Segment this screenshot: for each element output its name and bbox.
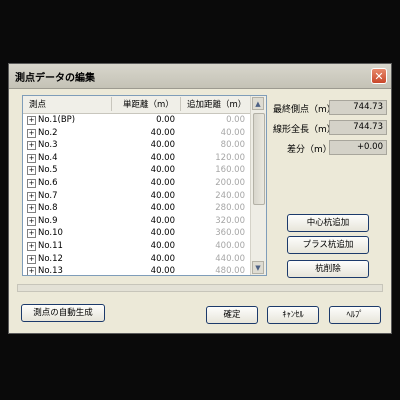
station-cumulative: 0.00 [226,115,245,125]
table-row[interactable]: + No.2 40.00 40.00 [23,127,251,140]
station-cumulative: 240.00 [215,190,245,201]
edit-station-dialog: 測点データの編集 ✕ 測点 単距離（m） 追加距離（m） + No.1(BP) 0.… [8,63,392,334]
scroll-thumb[interactable] [253,113,265,205]
scroll-down-icon[interactable]: ▼ [252,261,264,274]
list-rows: + No.1(BP) 0.00 0.00 + No.2 40.00 40.00 + No.3 40.… [23,114,251,276]
expand-icon[interactable]: + [27,128,36,138]
station-name: No.8 [38,203,58,214]
ok-button[interactable]: 確定 [206,306,258,324]
station-distance: 40.00 [150,140,175,151]
station-name: No.2 [38,127,58,138]
station-cumulative: 80.00 [220,140,245,151]
expand-icon[interactable]: + [27,153,36,163]
header-distance[interactable]: 単距離（m） [123,98,174,110]
table-row[interactable]: + No.1(BP) 0.00 0.00 [23,114,251,127]
expand-icon[interactable]: + [27,166,36,176]
table-row[interactable]: + No.11 40.00 400.00 [23,240,251,253]
station-distance: 40.00 [150,215,175,226]
station-name: No.4 [38,152,58,163]
list-header: 測点 単距離（m） 追加距離（m） [23,96,251,114]
add-plus-stake-button[interactable]: プラス杭追加 [287,236,369,254]
expand-icon[interactable]: + [27,116,36,125]
add-center-stake-button[interactable]: 中心杭追加 [287,214,369,232]
station-distance: 40.00 [150,177,175,188]
station-distance: 40.00 [150,228,175,239]
station-distance: 40.00 [150,165,175,176]
station-cumulative: 40.00 [220,127,245,138]
station-cumulative: 320.00 [215,215,245,226]
station-cumulative: 400.00 [215,240,245,251]
table-row[interactable]: + No.4 40.00 120.00 [23,152,251,165]
station-cumulative: 160.00 [215,165,245,176]
dialog-title: 測点データの編集 [15,73,95,84]
station-distance: 40.00 [150,190,175,201]
cancel-button[interactable]: ｷｬﾝｾﾙ [267,306,319,324]
station-distance: 40.00 [150,127,175,138]
delete-stake-button[interactable]: 杭削除 [287,260,369,278]
table-row[interactable]: + No.3 40.00 80.00 [23,139,251,152]
table-row[interactable]: + No.5 40.00 160.00 [23,164,251,177]
expand-icon[interactable]: + [27,229,36,239]
expand-icon[interactable]: + [27,178,36,188]
expand-icon[interactable]: + [27,191,36,201]
difference-label: 差分（m） [287,145,332,155]
table-row[interactable]: + No.6 40.00 200.00 [23,177,251,190]
expand-icon[interactable]: + [27,254,36,264]
table-row[interactable]: + No.9 40.00 320.00 [23,215,251,228]
station-name: No.1(BP) [38,115,76,125]
station-name: No.11 [38,240,63,251]
final-station-value: 744.73 [329,100,387,115]
table-row[interactable]: + No.10 40.00 360.00 [23,227,251,240]
station-cumulative: 120.00 [215,152,245,163]
station-name: No.6 [38,177,58,188]
expand-icon[interactable]: + [27,241,36,251]
header-divider[interactable] [111,97,112,111]
header-divider[interactable] [180,97,181,111]
station-name: No.3 [38,140,58,151]
total-length-value: 744.73 [329,120,387,135]
scroll-up-icon[interactable]: ▲ [252,97,264,110]
station-cumulative: 280.00 [215,203,245,214]
station-distance: 40.00 [150,266,175,276]
station-distance: 0.00 [156,115,175,125]
table-row[interactable]: + No.8 40.00 280.00 [23,202,251,215]
station-name: No.7 [38,190,58,201]
expand-icon[interactable]: + [27,267,36,275]
station-cumulative: 440.00 [215,253,245,264]
station-name: No.12 [38,253,63,264]
table-row[interactable]: + No.13 40.00 480.00 [23,265,251,276]
station-cumulative: 360.00 [215,228,245,239]
station-name: No.9 [38,215,58,226]
station-distance: 40.00 [150,152,175,163]
station-distance: 40.00 [150,240,175,251]
expand-icon[interactable]: + [27,141,36,151]
table-row[interactable]: + No.7 40.00 240.00 [23,190,251,203]
table-row[interactable]: + No.12 40.00 440.00 [23,253,251,266]
station-name: No.13 [38,266,63,276]
station-name: No.10 [38,228,63,239]
header-station[interactable]: 測点 [29,98,46,110]
header-cumulative[interactable]: 追加距離（m） [187,98,246,110]
expand-icon[interactable]: + [27,216,36,226]
expand-icon[interactable]: + [27,204,36,214]
close-button[interactable]: ✕ [371,68,387,84]
station-distance: 40.00 [150,253,175,264]
station-cumulative: 480.00 [215,266,245,276]
station-name: No.5 [38,165,58,176]
close-icon: ✕ [374,70,384,83]
station-distance: 40.00 [150,203,175,214]
difference-value: +0.00 [329,140,387,155]
total-length-label: 線形全長（m） [273,125,336,135]
status-strip [17,284,383,292]
title-bar: 測点データの編集 ✕ [9,64,391,89]
station-cumulative: 200.00 [215,177,245,188]
auto-generate-button[interactable]: 測点の自動生成 [21,304,105,322]
final-station-label: 最終側点（m） [273,105,336,115]
help-button[interactable]: ﾍﾙﾌﾟ [329,306,381,324]
vertical-scrollbar[interactable]: ▲ ▼ [250,96,266,275]
station-list[interactable]: 測点 単距離（m） 追加距離（m） + No.1(BP) 0.00 0.00 + No.2… [22,95,267,276]
